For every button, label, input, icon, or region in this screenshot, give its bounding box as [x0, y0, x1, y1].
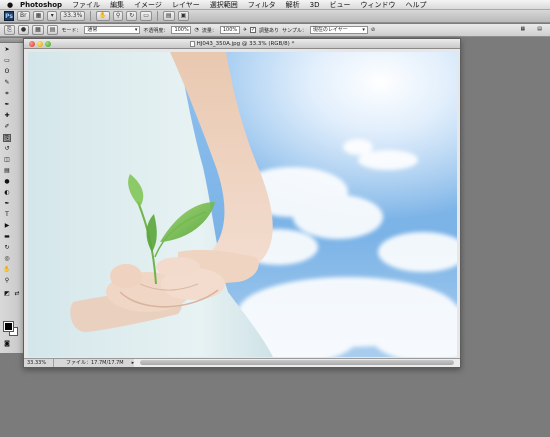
chevron-down-icon: ▾: [134, 27, 138, 33]
airbrush-icon[interactable]: ✈: [243, 27, 247, 33]
crop-tool-icon[interactable]: ⌗: [3, 90, 11, 98]
menu-view[interactable]: ビュー: [324, 0, 355, 10]
brush-preset-icon[interactable]: ●: [17, 25, 30, 35]
options-right-group: ▦ ▤: [521, 26, 542, 32]
toolbar-divider: [90, 11, 92, 21]
ruler-icon[interactable]: ▭: [140, 11, 152, 21]
move-tool-icon[interactable]: ➤: [3, 46, 11, 54]
lasso-tool-icon[interactable]: ʘ: [3, 68, 11, 76]
flow-label: 流量：: [201, 27, 217, 34]
photoshop-logo: Ps: [4, 11, 14, 21]
gradient-tool-icon[interactable]: ▤: [3, 167, 11, 175]
opacity-label: 不透明度：: [143, 27, 169, 34]
pressure-opacity-icon[interactable]: ◔: [194, 27, 198, 33]
foreground-color-swatch[interactable]: [3, 321, 14, 332]
sample-select[interactable]: 現在のレイヤー ▾: [309, 26, 368, 34]
document-window: HJ043_350A.jpg @ 33.3% (RGB/8) * 33.33% …: [23, 38, 461, 368]
menu-select[interactable]: 選択範囲: [205, 0, 243, 10]
marquee-tool-icon[interactable]: ▭: [3, 57, 11, 65]
arrange-documents-icon[interactable]: ▤: [162, 11, 175, 21]
aligned-checkbox[interactable]: ✓: [250, 27, 257, 33]
pen-tool-icon[interactable]: ✒: [3, 200, 11, 208]
tools-panel: ➤ ▭ ʘ ✎ ⌗ ✒ ✚ ✐ ⎘ ↺ ◫ ▤ ● ◐ ✒ T ▶ ▬ ↻ ◎ …: [0, 38, 24, 354]
menu-layer[interactable]: レイヤー: [167, 0, 205, 10]
document-titlebar[interactable]: HJ043_350A.jpg @ 33.3% (RGB/8) *: [24, 39, 460, 49]
chevron-down-icon: ▾: [362, 27, 365, 33]
options-bar: ⎘ ● ▦ ▤ モード： 通常 ▾ 不透明度： 100% ◔ 流量： 100% ✈…: [0, 24, 550, 37]
mode-select[interactable]: 通常 ▾: [84, 26, 141, 34]
mini-bridge-icon[interactable]: ▦: [32, 11, 45, 21]
brush-panel-icon[interactable]: ▦: [32, 25, 44, 35]
menu-3d[interactable]: 3D: [305, 0, 325, 10]
eyedropper-tool-icon[interactable]: ✒: [3, 101, 11, 109]
menu-filter[interactable]: フィルタ: [243, 0, 281, 10]
mode-label: モード：: [61, 27, 82, 34]
clone-stamp-preset-icon[interactable]: ⎘: [4, 25, 15, 35]
aligned-label: 調整あり: [259, 27, 280, 34]
zoom-tool-icon[interactable]: ⚲: [3, 277, 11, 285]
apple-menu-icon[interactable]: ●: [5, 0, 15, 10]
type-tool-icon[interactable]: T: [3, 211, 11, 219]
view-extras-icon[interactable]: ▾: [47, 11, 58, 21]
healing-brush-tool-icon[interactable]: ✚: [3, 112, 11, 120]
workspace-icon[interactable]: ▦: [521, 26, 526, 32]
menubar: ● Photoshop ファイル 編集 イメージ レイヤー 選択範囲 フィルタ …: [0, 0, 550, 10]
brush-tool-icon[interactable]: ✐: [3, 123, 11, 131]
document-title: HJ043_350A.jpg @ 33.3% (RGB/8) *: [196, 41, 295, 47]
3d-orbit-tool-icon[interactable]: ◎: [3, 255, 11, 263]
horizontal-scroll-thumb[interactable]: [140, 360, 454, 365]
ignore-adjustment-layers-icon[interactable]: ⊘: [371, 27, 375, 33]
hand-icon[interactable]: ✋: [96, 11, 110, 21]
minimize-window-button[interactable]: [37, 41, 43, 47]
status-zoom-field[interactable]: 33.33%: [24, 359, 54, 367]
clone-source-icon[interactable]: ▤: [46, 25, 59, 35]
tools-panel-grip[interactable]: [0, 38, 23, 43]
bridge-icon[interactable]: Br: [17, 11, 30, 21]
horizontal-scrollbar[interactable]: [134, 359, 460, 367]
menu-analysis[interactable]: 解析: [281, 0, 305, 10]
blur-tool-icon[interactable]: ●: [3, 178, 11, 186]
3d-rotate-tool-icon[interactable]: ↻: [3, 244, 11, 252]
zoom-window-button[interactable]: [45, 41, 51, 47]
rotate-view-icon[interactable]: ↻: [126, 11, 138, 21]
dodge-tool-icon[interactable]: ◐: [3, 189, 11, 197]
document-icon: [189, 40, 195, 47]
status-file-info[interactable]: ファイル：17.7M/17.7M: [54, 359, 124, 367]
toolbar-divider: [156, 11, 158, 21]
zoom-level-field[interactable]: 33.3%: [60, 11, 86, 21]
menu-window[interactable]: ウィンドウ: [355, 0, 400, 10]
flow-value: 100%: [222, 27, 238, 33]
path-selection-tool-icon[interactable]: ▶: [3, 222, 11, 230]
menu-photoshop[interactable]: Photoshop: [15, 0, 67, 10]
sample-label: サンプル：: [282, 27, 307, 34]
menu-image[interactable]: イメージ: [129, 0, 167, 10]
sample-value: 現在のレイヤー: [312, 27, 348, 33]
flow-field[interactable]: 100%: [219, 26, 240, 34]
quick-selection-tool-icon[interactable]: ✎: [3, 79, 11, 87]
zoom-icon[interactable]: ⚲: [112, 11, 124, 21]
screen-mode-icon[interactable]: ▣: [177, 11, 190, 21]
opacity-field[interactable]: 100%: [171, 26, 192, 34]
photo-artwork: [28, 52, 457, 357]
image-canvas[interactable]: [28, 52, 457, 357]
hand-tool-icon[interactable]: ✋: [3, 266, 11, 274]
menu-edit[interactable]: 編集: [105, 0, 129, 10]
quick-mask-icon[interactable]: ◙: [3, 340, 11, 348]
swap-colors-icon[interactable]: ⇄: [13, 290, 21, 298]
mode-value: 通常: [87, 27, 98, 33]
history-brush-tool-icon[interactable]: ↺: [3, 145, 11, 153]
menu-file[interactable]: ファイル: [67, 0, 105, 10]
panel-toggle-icon[interactable]: ▤: [537, 26, 542, 32]
clone-stamp-tool-icon[interactable]: ⎘: [3, 134, 11, 142]
application-bar: Ps Br ▦ ▾ 33.3% ✋ ⚲ ↻ ▭ ▤ ▣: [0, 10, 550, 23]
menu-help[interactable]: ヘルプ: [400, 0, 431, 10]
default-colors-icon[interactable]: ◩: [3, 290, 11, 298]
close-window-button[interactable]: [29, 41, 35, 47]
opacity-value: 100%: [174, 27, 189, 33]
document-status-bar: 33.33% ファイル：17.7M/17.7M ▸: [24, 358, 460, 367]
eraser-tool-icon[interactable]: ◫: [3, 156, 11, 164]
shape-tool-icon[interactable]: ▬: [3, 233, 11, 241]
